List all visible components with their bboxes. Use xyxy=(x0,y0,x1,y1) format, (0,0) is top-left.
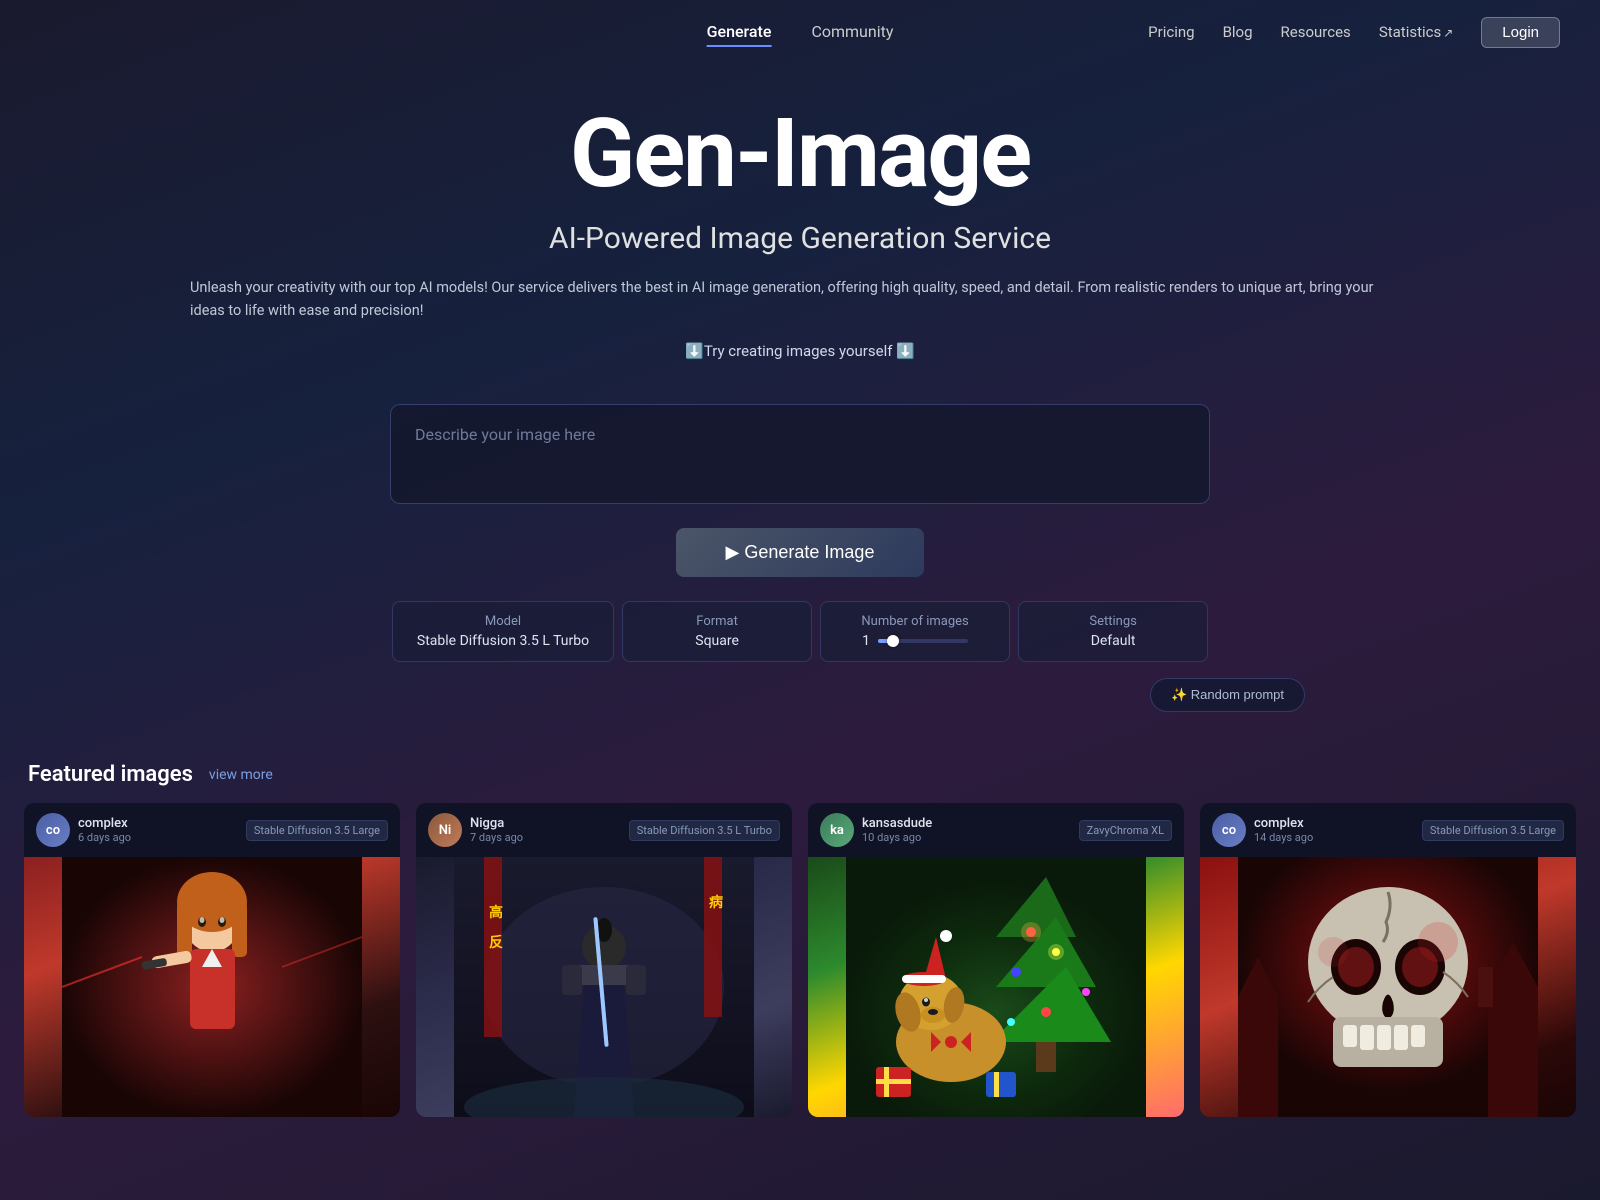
prompt-container xyxy=(390,404,1210,508)
image-card-1[interactable]: Ni Nigga 7 days ago Stable Diffusion 3.5… xyxy=(416,803,792,1117)
nav-center: Generate Community xyxy=(707,18,894,47)
num-images-value: 1 xyxy=(862,633,870,649)
num-images-slider-row: 1 xyxy=(845,633,985,649)
card-username-1: Nigga xyxy=(470,816,523,831)
card-model-2: ZavyChroma XL xyxy=(1079,820,1172,841)
card-model-1: Stable Diffusion 3.5 L Turbo xyxy=(629,820,780,841)
view-more-link[interactable]: view more xyxy=(209,767,273,783)
card-image-3 xyxy=(1200,857,1576,1117)
card-header-0: co complex 6 days ago Stable Diffusion 3… xyxy=(24,803,400,857)
card-time-2: 10 days ago xyxy=(862,831,932,844)
options-row: Model Stable Diffusion 3.5 L Turbo Forma… xyxy=(0,601,1600,662)
svg-text:病: 病 xyxy=(709,894,723,911)
card-header-1: Ni Nigga 7 days ago Stable Diffusion 3.5… xyxy=(416,803,792,857)
card-image-0 xyxy=(24,857,400,1117)
num-images-option[interactable]: Number of images 1 xyxy=(820,601,1010,662)
model-label: Model xyxy=(417,614,589,629)
nav-statistics[interactable]: Statistics xyxy=(1379,23,1453,41)
featured-header: Featured images view more xyxy=(24,762,1576,787)
image-card-2[interactable]: ka kansasdude 10 days ago ZavyChroma XL xyxy=(808,803,1184,1117)
card-username-3: complex xyxy=(1254,816,1313,831)
format-label: Format xyxy=(647,614,787,629)
featured-section: Featured images view more co complex 6 d… xyxy=(0,762,1600,1117)
random-prompt-button[interactable]: ✨ Random prompt xyxy=(1150,678,1305,712)
avatar-1: Ni xyxy=(428,813,462,847)
card-time-3: 14 days ago xyxy=(1254,831,1313,844)
num-images-slider-track[interactable] xyxy=(878,639,968,643)
avatar-3: co xyxy=(1212,813,1246,847)
login-button[interactable]: Login xyxy=(1481,17,1560,48)
card-user-3: co complex 14 days ago xyxy=(1212,813,1313,847)
hero-subtitle: AI-Powered Image Generation Service xyxy=(20,221,1580,256)
card-userinfo-3: complex 14 days ago xyxy=(1254,816,1313,844)
card-model-0: Stable Diffusion 3.5 Large xyxy=(246,820,388,841)
card-username-0: complex xyxy=(78,816,131,831)
avatar-0: co xyxy=(36,813,70,847)
nav-right: Pricing Blog Resources Statistics Login xyxy=(1148,17,1560,48)
nav-pricing[interactable]: Pricing xyxy=(1148,23,1194,41)
settings-value: Default xyxy=(1043,633,1183,649)
card-time-1: 7 days ago xyxy=(470,831,523,844)
settings-option[interactable]: Settings Default xyxy=(1018,601,1208,662)
card-user-1: Ni Nigga 7 days ago xyxy=(428,813,523,847)
navbar: Generate Community Pricing Blog Resource… xyxy=(0,0,1600,64)
hero-section: Gen-Image AI-Powered Image Generation Se… xyxy=(0,64,1600,404)
slider-thumb xyxy=(887,635,899,647)
card-userinfo-0: complex 6 days ago xyxy=(78,816,131,844)
model-option[interactable]: Model Stable Diffusion 3.5 L Turbo xyxy=(392,601,614,662)
random-prompt-wrap: ✨ Random prompt xyxy=(275,678,1325,712)
settings-label: Settings xyxy=(1043,614,1183,629)
image-grid: co complex 6 days ago Stable Diffusion 3… xyxy=(24,803,1576,1117)
card-model-3: Stable Diffusion 3.5 Large xyxy=(1422,820,1564,841)
model-value: Stable Diffusion 3.5 L Turbo xyxy=(417,633,589,649)
avatar-2: ka xyxy=(820,813,854,847)
format-value: Square xyxy=(647,633,787,649)
card-header-3: co complex 14 days ago Stable Diffusion … xyxy=(1200,803,1576,857)
nav-community[interactable]: Community xyxy=(811,18,893,47)
hero-description: Unleash your creativity with our top AI … xyxy=(190,276,1410,322)
card-user-2: ka kansasdude 10 days ago xyxy=(820,813,932,847)
card-time-0: 6 days ago xyxy=(78,831,131,844)
featured-title: Featured images xyxy=(28,762,193,787)
card-user-0: co complex 6 days ago xyxy=(36,813,131,847)
image-card-3[interactable]: co complex 14 days ago Stable Diffusion … xyxy=(1200,803,1576,1117)
hero-cta: ⬇️Try creating images yourself ⬇️ xyxy=(20,342,1580,360)
num-images-label: Number of images xyxy=(845,614,985,629)
card-header-2: ka kansasdude 10 days ago ZavyChroma XL xyxy=(808,803,1184,857)
svg-text:高: 高 xyxy=(489,904,503,921)
image-card-0[interactable]: co complex 6 days ago Stable Diffusion 3… xyxy=(24,803,400,1117)
prompt-input[interactable] xyxy=(390,404,1210,504)
card-image-1: 高 反 病 xyxy=(416,857,792,1117)
generate-button[interactable]: ▶ Generate Image xyxy=(676,528,925,577)
svg-text:反: 反 xyxy=(489,934,503,951)
card-username-2: kansasdude xyxy=(862,816,932,831)
nav-resources[interactable]: Resources xyxy=(1281,23,1351,41)
nav-generate[interactable]: Generate xyxy=(707,18,772,47)
card-userinfo-1: Nigga 7 days ago xyxy=(470,816,523,844)
format-option[interactable]: Format Square xyxy=(622,601,812,662)
card-userinfo-2: kansasdude 10 days ago xyxy=(862,816,932,844)
hero-title: Gen-Image xyxy=(20,104,1580,205)
generate-btn-wrap: ▶ Generate Image xyxy=(0,528,1600,577)
card-image-2 xyxy=(808,857,1184,1117)
nav-blog[interactable]: Blog xyxy=(1223,23,1253,41)
